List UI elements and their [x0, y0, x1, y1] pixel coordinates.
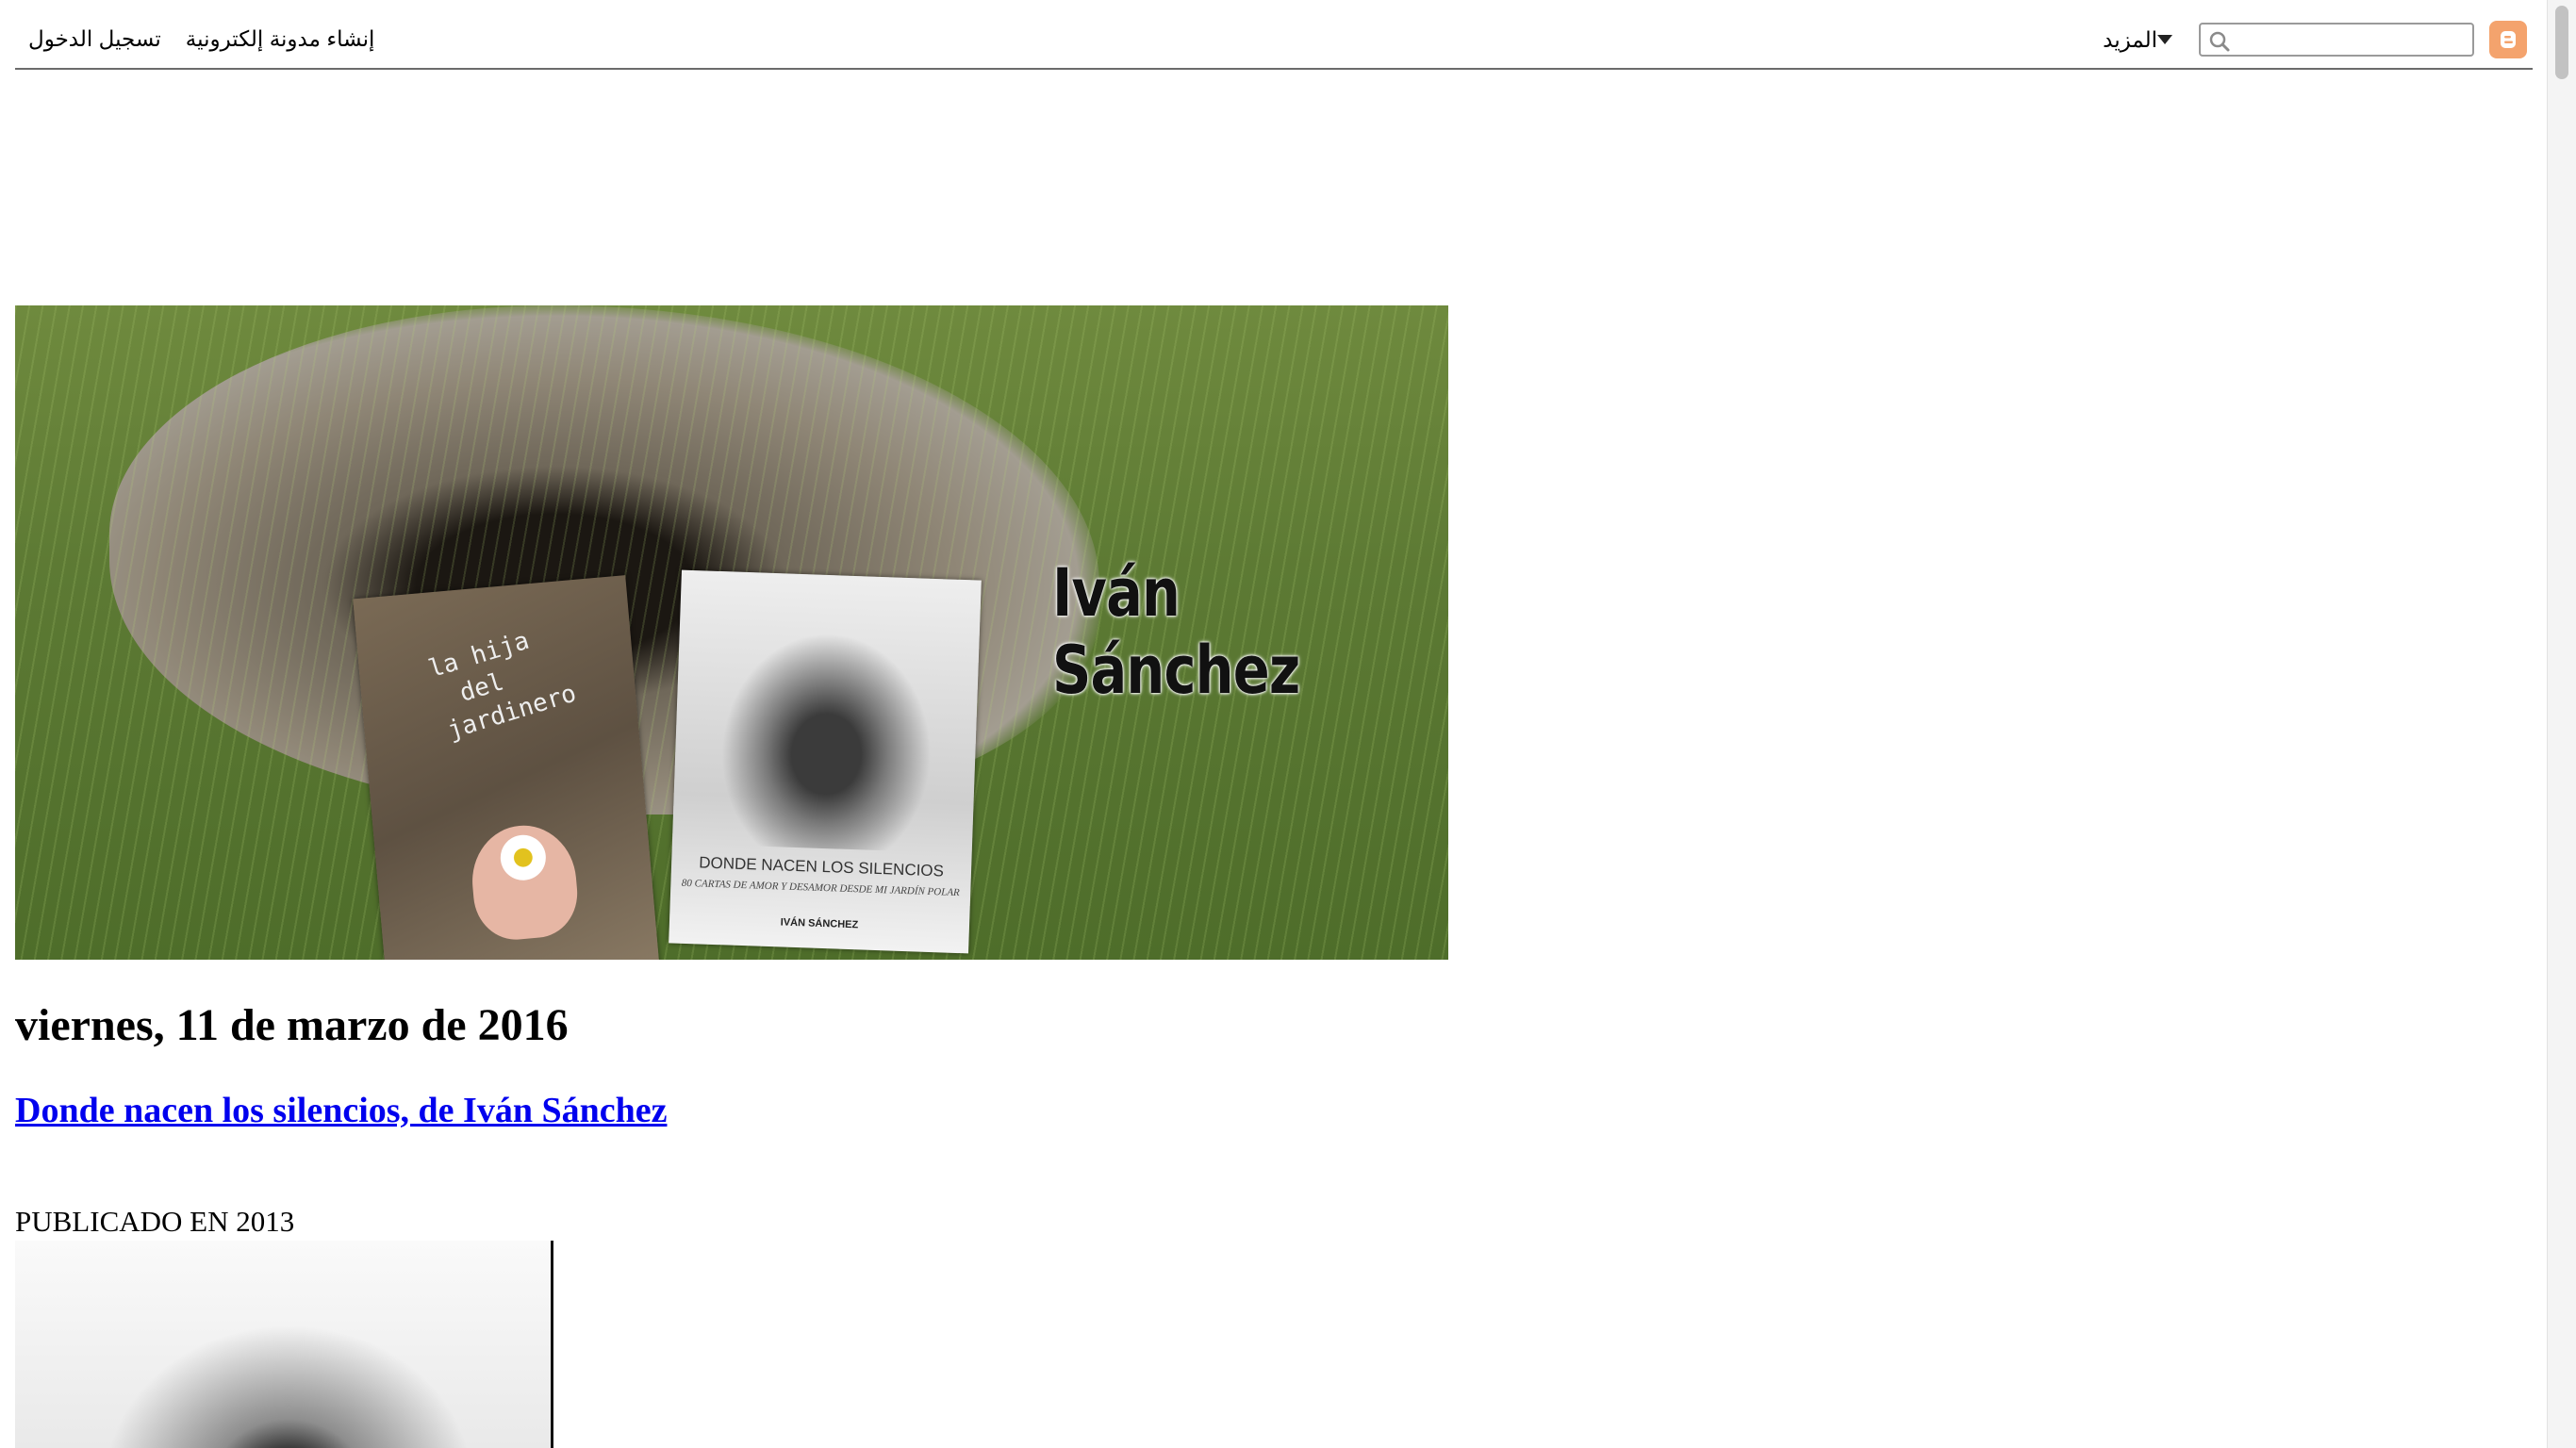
scrollbar-thumb[interactable] — [2555, 6, 2568, 79]
bare-tree-branches — [72, 1297, 505, 1448]
author-brand-title: Iván Sánchez — [1052, 554, 1300, 709]
book2-author: IVÁN SÁNCHEZ — [780, 916, 859, 931]
more-label: المزيد — [2103, 26, 2157, 52]
search-icon — [2209, 31, 2230, 52]
search-input[interactable] — [2237, 26, 2467, 55]
published-note: PUBLICADO EN 2013 — [15, 1205, 295, 1238]
search-box[interactable] — [2199, 23, 2474, 57]
create-blog-link[interactable]: إنشاء مدونة إلكترونية — [186, 26, 375, 52]
more-menu-button[interactable]: المزيد — [2103, 27, 2178, 53]
sign-in-link[interactable]: تسجيل الدخول — [28, 26, 161, 52]
book2-title: DONDE NACEN LOS SILENCIOS — [698, 853, 945, 880]
nav-tools: المزيد — [2103, 21, 2533, 58]
nav-links: إنشاء مدونة إلكترونية تسجيل الدخول — [28, 26, 374, 52]
book-cover-la-hija-del-jardinero: la hija del jardinero — [353, 575, 660, 960]
blogger-navbar: إنشاء مدونة إلكترونية تسجيل الدخول المزي… — [15, 0, 2533, 70]
post-date-header: viernes, 11 de marzo de 2016 — [15, 1000, 569, 1050]
blogger-icon[interactable] — [2489, 21, 2527, 58]
blog-header-image[interactable]: la hija del jardinero DONDE NACEN LOS SI… — [15, 305, 1448, 960]
snowy-tree-illustration — [700, 608, 954, 853]
post-book-image[interactable] — [15, 1241, 553, 1448]
caret-down-icon — [2157, 35, 2172, 44]
post-title-link[interactable]: Donde nacen los silencios, de Iván Sánch… — [15, 1091, 667, 1130]
post-title: Donde nacen los silencios, de Iván Sánch… — [15, 1090, 667, 1131]
page-scrollbar[interactable] — [2547, 0, 2576, 1448]
book-cover-donde-nacen-los-silencios: DONDE NACEN LOS SILENCIOS 80 CARTAS DE A… — [669, 569, 982, 954]
book1-title: la hija del jardinero — [425, 626, 580, 746]
